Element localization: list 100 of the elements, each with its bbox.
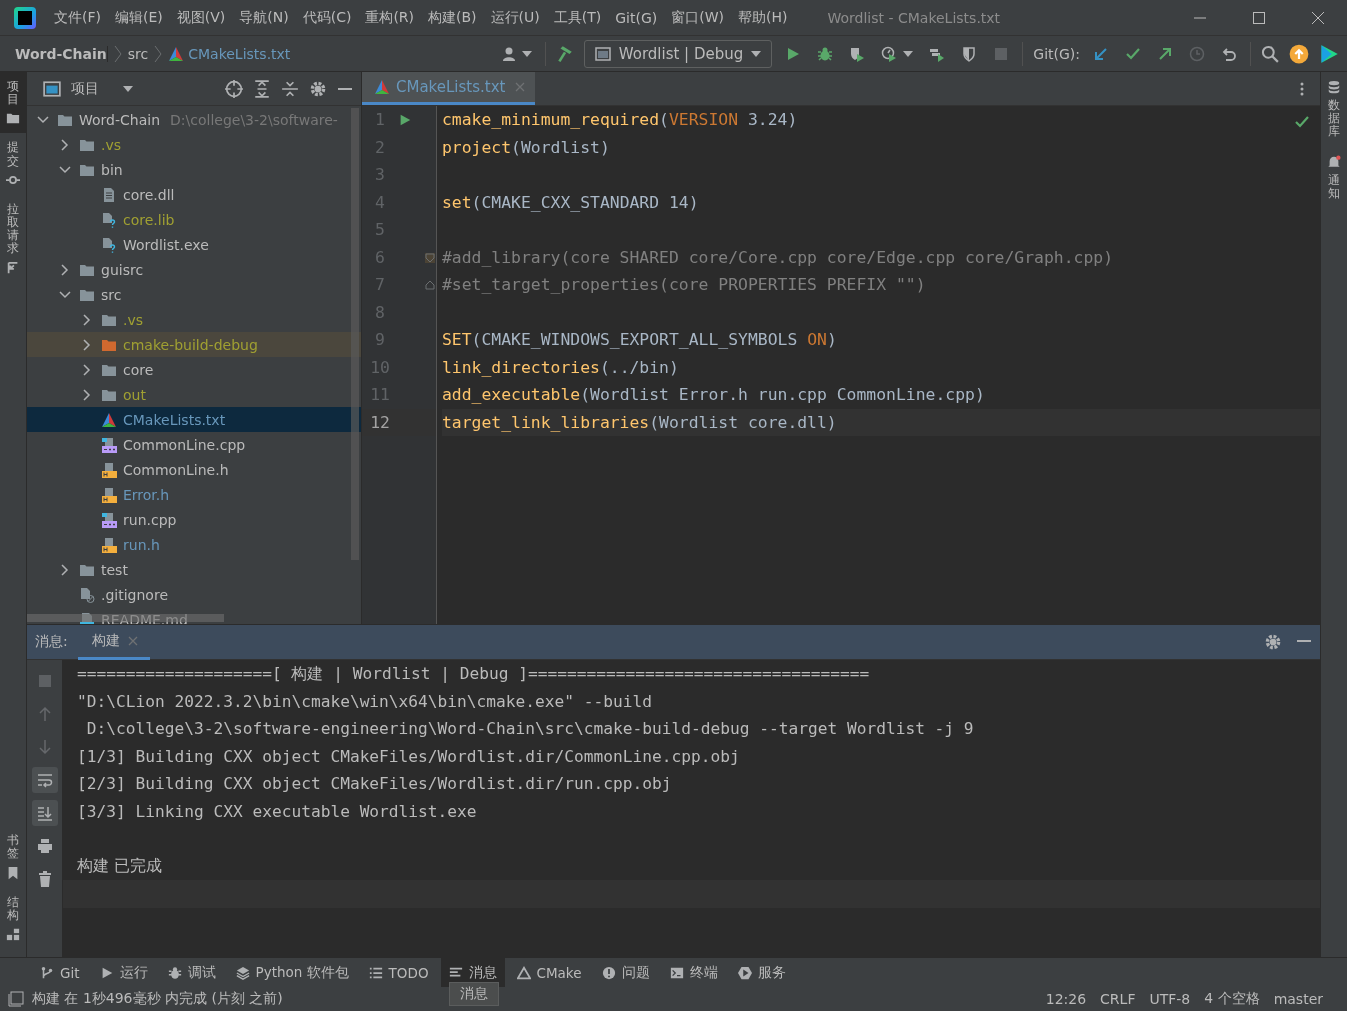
fold-icon[interactable] <box>425 252 435 263</box>
menu-item[interactable]: 帮助(H) <box>738 8 788 27</box>
lines-icon <box>448 965 463 980</box>
scroll-to-end-button[interactable] <box>31 800 58 826</box>
file-name: CMakeLists.txt <box>123 411 226 428</box>
menu-item[interactable]: 运行(U) <box>490 8 540 27</box>
tree-item[interactable]: .vs <box>27 307 361 332</box>
menu-item[interactable]: 导航(N) <box>239 8 289 27</box>
tree-item[interactable]: CommonLine.h <box>27 457 361 482</box>
unknown-file-icon <box>101 211 117 228</box>
breadcrumb[interactable]: src <box>127 45 149 62</box>
caret-icon[interactable] <box>903 50 914 57</box>
tree-item[interactable]: Wordlist.exe <box>27 232 361 257</box>
gauge-play-icon[interactable] <box>881 45 898 62</box>
side-tab[interactable]: 数据库 <box>1321 72 1347 147</box>
tree-item[interactable]: CMakeLists.txt <box>27 407 361 432</box>
menu-item[interactable]: 代码(C) <box>302 8 352 27</box>
app-logo-icon[interactable] <box>14 6 36 29</box>
menu-item[interactable]: 构建(B) <box>428 8 477 27</box>
tree-item[interactable]: run.h <box>27 532 361 557</box>
side-tab[interactable]: 书签 <box>0 826 26 888</box>
line-number: 12 <box>369 412 391 432</box>
file-name: out <box>123 386 146 403</box>
code-line: #add_library(core SHARED core/Core.cpp core/Edge.cpp core/Graph.cpp) <box>442 247 1114 267</box>
side-tab[interactable]: 提交 <box>0 133 26 195</box>
settings-icon[interactable] <box>1264 633 1282 651</box>
tree-item[interactable]: guisrc <box>27 257 361 282</box>
arrow-down-left-icon[interactable] <box>1093 45 1109 62</box>
status-item[interactable]: 4 个空格 <box>1204 990 1260 1008</box>
menu-item[interactable]: 工具(T) <box>553 8 602 27</box>
expand-all-icon[interactable] <box>253 79 271 98</box>
crosshair-icon[interactable] <box>225 79 243 98</box>
tool-window-tab[interactable]: 调试 <box>159 958 224 987</box>
soft-wrap-button[interactable] <box>31 767 58 793</box>
play-icon[interactable] <box>398 112 412 127</box>
fold-icon[interactable] <box>425 280 435 291</box>
tool-window-tab[interactable]: 问题 <box>593 958 658 987</box>
menu-item[interactable]: 重构(R) <box>365 8 415 27</box>
status-item[interactable]: 12:26 <box>1045 990 1087 1008</box>
status-item[interactable]: master <box>1273 990 1323 1008</box>
side-tab[interactable]: 拉取请求 <box>0 194 26 283</box>
settings-icon[interactable] <box>309 79 327 98</box>
scrollbar[interactable] <box>27 614 224 622</box>
menu-item[interactable]: 文件(F) <box>54 8 101 27</box>
tree-item[interactable]: run.cpp <box>27 507 361 532</box>
tool-window-tab[interactable]: 终端 <box>661 958 726 987</box>
status-item[interactable]: UTF-8 <box>1149 990 1191 1008</box>
tree-item[interactable]: test <box>27 557 361 582</box>
tool-window-tab[interactable]: Git <box>32 958 88 987</box>
undo-icon[interactable] <box>1221 45 1237 62</box>
arrow-up-circle-icon[interactable] <box>1289 43 1309 64</box>
side-tab[interactable]: 项目 <box>0 72 26 134</box>
search-icon[interactable] <box>1261 44 1279 63</box>
tool-window-tab[interactable]: Python 软件包 <box>227 958 357 987</box>
arrow-up-right-icon[interactable] <box>1157 45 1173 62</box>
menu-item[interactable]: 编辑(E) <box>115 8 163 27</box>
tree-item[interactable]: Word-Chain D:\college\3-2\software- <box>27 107 361 132</box>
tool-window-tab[interactable]: CMake <box>508 958 590 987</box>
collapse-all-icon[interactable] <box>281 79 299 98</box>
code-line: add_executable(Wordlist Error.h run.cpp CommonLine.cpp) <box>442 385 985 405</box>
tree-item[interactable]: cmake-build-debug <box>27 332 361 357</box>
tree-item[interactable]: core.dll <box>27 182 361 207</box>
breadcrumb[interactable]: CMakeLists.txt <box>168 45 291 62</box>
check-icon <box>1294 114 1310 130</box>
run-config-dropdown[interactable]: Wordlist | Debug <box>583 39 773 68</box>
status-item[interactable]: CRLF <box>1100 990 1136 1008</box>
scrollbar[interactable] <box>351 108 359 560</box>
tree-item[interactable]: Error.h <box>27 482 361 507</box>
list-icon <box>368 965 383 980</box>
side-tab[interactable]: 通知 <box>1321 146 1347 208</box>
panel-toggle-icon[interactable] <box>8 991 24 1007</box>
tree-item[interactable]: core <box>27 357 361 382</box>
caret-icon[interactable] <box>123 85 133 92</box>
file-name: .vs <box>101 136 122 153</box>
shield-icon[interactable] <box>961 45 978 62</box>
tool-window-tab[interactable]: 运行 <box>91 958 156 987</box>
toolbox-logo-icon[interactable] <box>1319 43 1339 64</box>
menu-item[interactable]: 视图(V) <box>176 8 226 27</box>
tree-item[interactable]: CommonLine.cpp <box>27 432 361 457</box>
file-name: Error.h <box>123 486 170 503</box>
layers-icon <box>235 965 250 980</box>
caret-icon <box>751 50 762 57</box>
shield-play-icon[interactable] <box>849 45 866 62</box>
tree-item[interactable]: .vs <box>27 132 361 157</box>
tool-window-tab[interactable]: TODO <box>360 958 437 987</box>
file-name: core.dll <box>123 186 175 203</box>
tree-item[interactable]: core.lib <box>27 207 361 232</box>
tree-item[interactable]: src <box>27 282 361 307</box>
side-tab[interactable]: 结构 <box>0 887 26 949</box>
tree-item[interactable]: bin <box>27 157 361 182</box>
breadcrumb[interactable]: Word-Chain <box>15 45 108 62</box>
tree-item[interactable]: out <box>27 382 361 407</box>
tree-item[interactable]: .gitignore <box>27 582 361 607</box>
triangle-logo-icon <box>374 79 390 95</box>
hammer-icon[interactable] <box>555 44 574 63</box>
tool-window-tab[interactable]: 服务 <box>729 958 794 987</box>
bug-icon[interactable] <box>817 45 834 62</box>
menu-item[interactable]: 窗口(W) <box>671 8 724 27</box>
hexagon-play-icon <box>737 965 752 980</box>
menu-item[interactable]: Git(G) <box>615 8 658 27</box>
